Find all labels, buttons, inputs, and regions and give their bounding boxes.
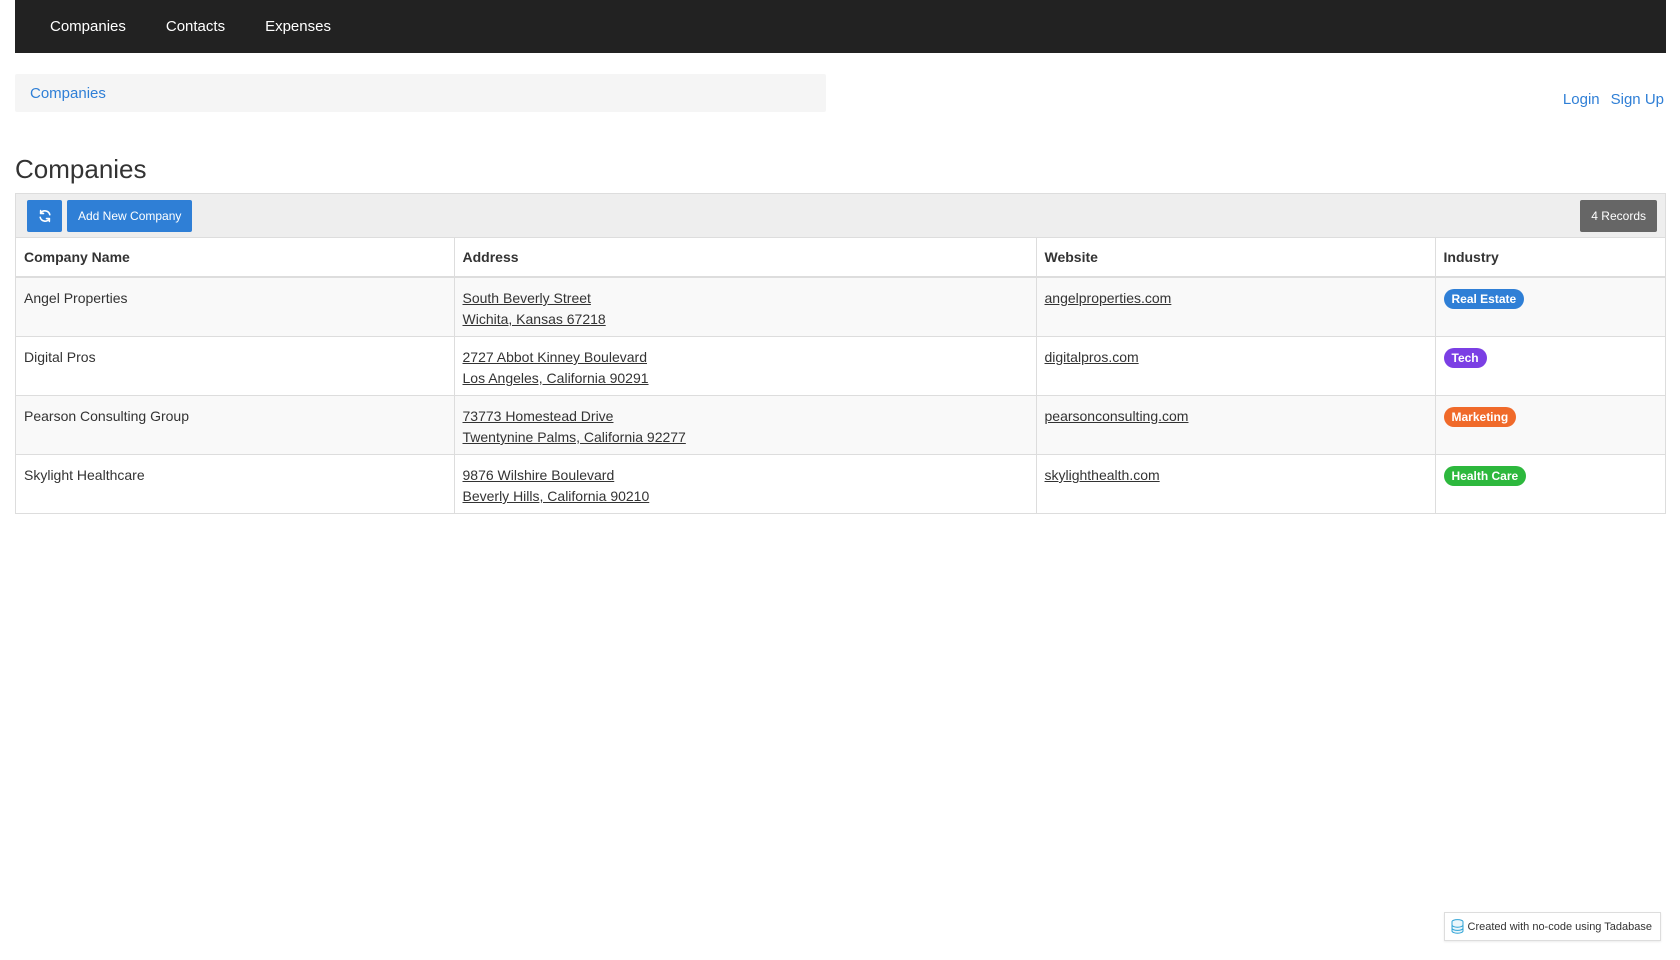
address-line1-link[interactable]: 2727 Abbot Kinney Boulevard [463, 349, 647, 365]
address-line1-link[interactable]: 73773 Homestead Drive [463, 408, 614, 424]
company-name-cell: Angel Properties [16, 276, 455, 337]
website-cell: digitalpros.com [1036, 336, 1436, 396]
database-icon [1451, 919, 1464, 934]
nav-item-companies[interactable]: Companies [50, 18, 126, 35]
address-cell: 9876 Wilshire Boulevard Beverly Hills, C… [454, 454, 1037, 513]
breadcrumb: Companies [15, 74, 826, 112]
companies-table: Company Name Address Website Industry An… [16, 238, 1665, 513]
industry-badge: Health Care [1443, 466, 1527, 486]
refresh-button[interactable] [27, 200, 62, 232]
auth-links: Login Sign Up [1563, 91, 1664, 108]
refresh-icon [38, 209, 51, 223]
website-link[interactable]: skylighthealth.com [1045, 467, 1160, 483]
table-row: Digital Pros 2727 Abbot Kinney Boulevard… [16, 336, 1665, 396]
address-cell: South Beverly Street Wichita, Kansas 672… [454, 276, 1037, 337]
signup-link[interactable]: Sign Up [1611, 91, 1664, 108]
address-line2-link[interactable]: Los Angeles, California 90291 [463, 370, 649, 386]
table-row: Angel Properties South Beverly Street Wi… [16, 276, 1665, 337]
industry-badge: Real Estate [1443, 289, 1525, 309]
website-link[interactable]: angelproperties.com [1045, 290, 1172, 306]
page-title: Companies [15, 154, 147, 184]
address-line1-link[interactable]: South Beverly Street [463, 290, 591, 306]
address-cell: 2727 Abbot Kinney Boulevard Los Angeles,… [454, 336, 1037, 396]
table-header-row: Company Name Address Website Industry [16, 238, 1665, 278]
table-toolbar: Add New Company 4 Records [16, 194, 1665, 238]
website-cell: skylighthealth.com [1036, 454, 1436, 513]
industry-cell: Real Estate [1435, 276, 1665, 337]
website-cell: pearsonconsulting.com [1036, 395, 1436, 455]
company-name-cell: Skylight Healthcare [16, 454, 455, 513]
address-line1-link[interactable]: 9876 Wilshire Boulevard [463, 467, 615, 483]
industry-badge: Marketing [1443, 407, 1517, 427]
website-link[interactable]: pearsonconsulting.com [1045, 408, 1189, 424]
breadcrumb-link-companies[interactable]: Companies [30, 85, 106, 102]
address-line2-link[interactable]: Beverly Hills, California 90210 [463, 488, 650, 504]
industry-cell: Marketing [1435, 395, 1665, 455]
add-new-company-button[interactable]: Add New Company [67, 200, 193, 232]
table-row: Skylight Healthcare 9876 Wilshire Boulev… [16, 454, 1665, 513]
table-row: Pearson Consulting Group 73773 Homestead… [16, 395, 1665, 455]
top-navbar: Companies Contacts Expenses [15, 0, 1666, 53]
website-link[interactable]: digitalpros.com [1045, 349, 1139, 365]
credit-label: Created with no-code using Tadabase [1467, 920, 1652, 933]
address-line2-link[interactable]: Twentynine Palms, California 92277 [463, 429, 686, 445]
column-header-address[interactable]: Address [454, 238, 1037, 278]
company-name-cell: Pearson Consulting Group [16, 395, 455, 455]
website-cell: angelproperties.com [1036, 276, 1436, 337]
address-cell: 73773 Homestead Drive Twentynine Palms, … [454, 395, 1037, 455]
industry-cell: Tech [1435, 336, 1665, 396]
industry-cell: Health Care [1435, 454, 1665, 513]
records-count-badge: 4 Records [1580, 200, 1657, 232]
address-line2-link[interactable]: Wichita, Kansas 67218 [463, 311, 606, 327]
login-link[interactable]: Login [1563, 91, 1600, 108]
column-header-website[interactable]: Website [1036, 238, 1436, 278]
tadabase-credit-badge[interactable]: Created with no-code using Tadabase [1443, 912, 1661, 941]
company-name-cell: Digital Pros [16, 336, 455, 396]
column-header-industry[interactable]: Industry [1435, 238, 1665, 278]
column-header-company-name[interactable]: Company Name [16, 238, 455, 278]
nav-item-contacts[interactable]: Contacts [166, 18, 225, 35]
companies-table-container: Add New Company 4 Records Company Name A… [15, 193, 1666, 514]
nav-item-expenses[interactable]: Expenses [265, 18, 331, 35]
industry-badge: Tech [1443, 348, 1487, 368]
